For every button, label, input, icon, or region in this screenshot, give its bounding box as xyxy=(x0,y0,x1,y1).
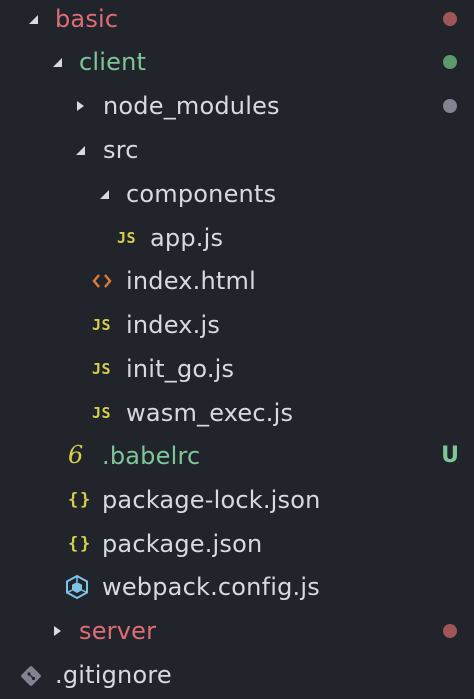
untracked-status-badge: U xyxy=(441,443,459,468)
chevron-down-icon[interactable] xyxy=(97,187,111,201)
javascript-icon: JS xyxy=(92,360,112,378)
tree-item-label: index.js xyxy=(126,311,221,339)
tree-item-package-json[interactable]: {} package.json xyxy=(0,522,474,566)
tree-item-src[interactable]: src xyxy=(0,128,474,172)
svg-text:}: } xyxy=(80,534,91,554)
tree-item-index-js[interactable]: JS index.js xyxy=(0,303,474,347)
javascript-icon: JS xyxy=(92,404,112,422)
tree-item-node-modules[interactable]: node_modules xyxy=(0,84,474,128)
tree-item-components[interactable]: components xyxy=(0,172,474,216)
tree-item-wasm-exec-js[interactable]: JS wasm_exec.js xyxy=(0,391,474,435)
chevron-down-icon[interactable] xyxy=(26,12,40,26)
tree-item-label: app.js xyxy=(150,224,224,252)
tree-item-package-lock-json[interactable]: {} package-lock.json xyxy=(0,478,474,522)
git-icon xyxy=(20,664,42,688)
tree-item-webpack-config-js[interactable]: webpack.config.js xyxy=(0,565,474,609)
html-icon xyxy=(92,269,112,293)
tree-item-label: src xyxy=(103,136,139,164)
tree-item-label: .gitignore xyxy=(55,661,172,689)
svg-text:{: { xyxy=(68,490,79,510)
json-icon: {} xyxy=(67,531,91,555)
tree-item-init-go-js[interactable]: JS init_go.js xyxy=(0,347,474,391)
json-icon: {} xyxy=(67,487,91,511)
tree-item-label: package-lock.json xyxy=(102,486,321,514)
chevron-right-icon[interactable] xyxy=(50,624,64,638)
tree-item-index-html[interactable]: index.html xyxy=(0,259,474,303)
babel-icon: 6 xyxy=(68,441,84,469)
tree-item-server[interactable]: server xyxy=(0,609,474,653)
tree-item-label: basic xyxy=(55,5,119,33)
chevron-down-icon[interactable] xyxy=(73,143,87,157)
tree-item-label: index.html xyxy=(126,267,256,295)
tree-item-label: webpack.config.js xyxy=(102,573,320,601)
javascript-icon: JS xyxy=(92,316,112,334)
tree-item-babelrc[interactable]: 6 .babelrc U xyxy=(0,434,474,478)
chevron-right-icon[interactable] xyxy=(73,99,87,113)
javascript-icon: JS xyxy=(117,229,137,247)
svg-text:{: { xyxy=(68,534,79,554)
file-explorer-tree: basic client node_modules src components… xyxy=(0,0,474,699)
tree-item-label: package.json xyxy=(102,530,263,558)
tree-item-label: wasm_exec.js xyxy=(126,399,294,427)
tree-item-basic[interactable]: basic xyxy=(0,0,474,41)
webpack-icon xyxy=(66,575,88,599)
modified-status-dot xyxy=(443,12,457,26)
chevron-down-icon[interactable] xyxy=(50,55,64,69)
untracked-status-dot xyxy=(443,55,457,69)
tree-item-client[interactable]: client xyxy=(0,40,474,84)
modified-status-dot xyxy=(443,624,457,638)
tree-item-gitignore[interactable]: .gitignore xyxy=(0,653,474,697)
tree-item-label: .babelrc xyxy=(102,442,201,470)
tree-item-label: node_modules xyxy=(103,92,280,120)
ignored-status-dot xyxy=(443,99,457,113)
tree-item-label: init_go.js xyxy=(126,355,235,383)
tree-item-app-js[interactable]: JS app.js xyxy=(0,216,474,260)
tree-item-label: components xyxy=(126,180,277,208)
svg-text:}: } xyxy=(80,490,91,510)
tree-item-label: client xyxy=(79,48,147,76)
tree-item-label: server xyxy=(79,617,157,645)
